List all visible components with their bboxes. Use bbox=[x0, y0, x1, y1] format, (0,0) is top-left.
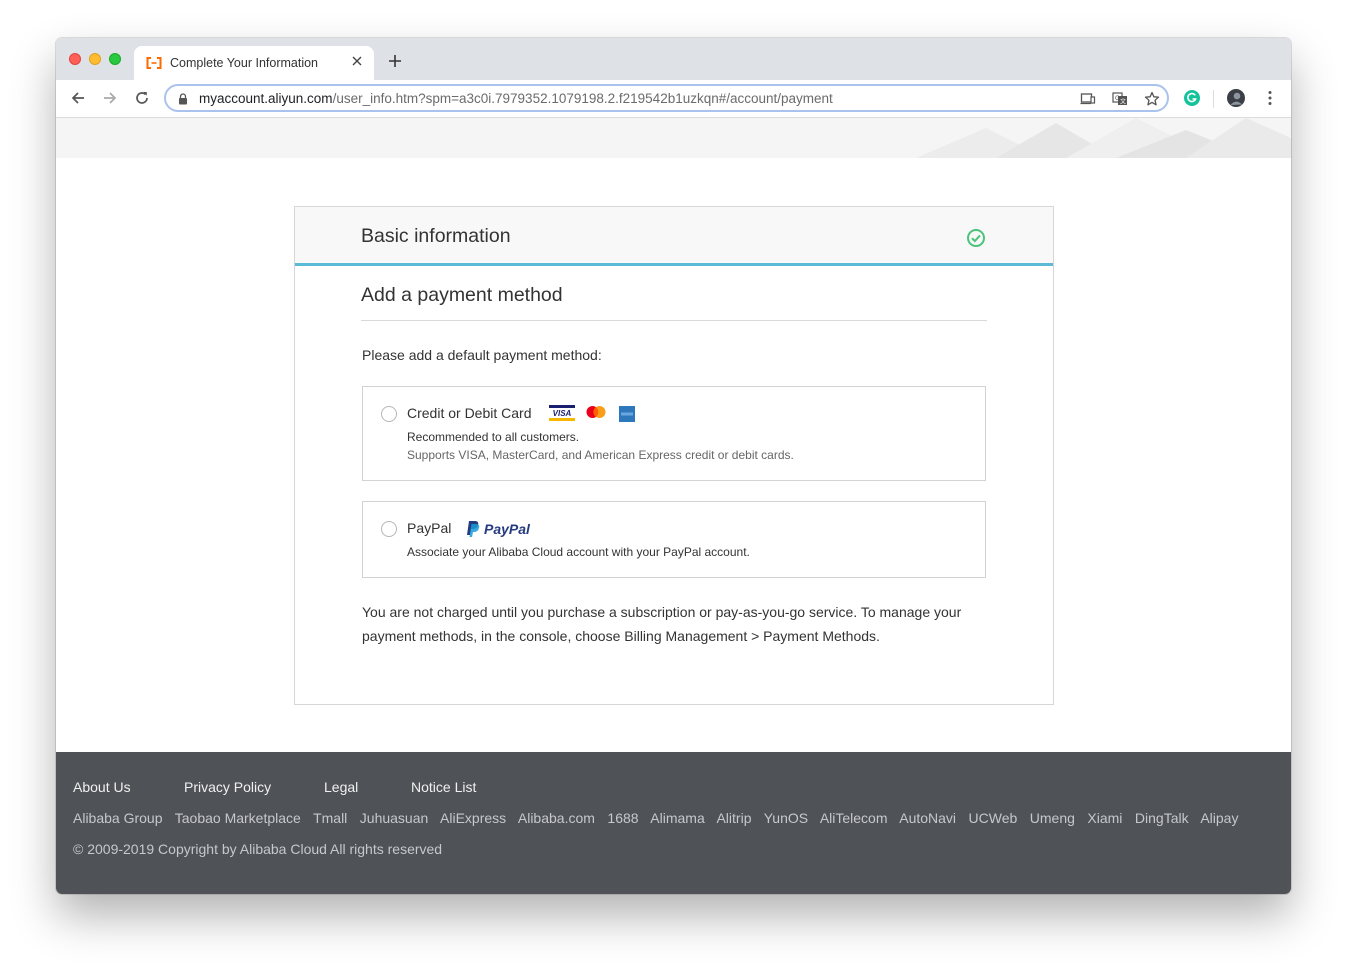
alibaba-cloud-favicon-icon bbox=[146, 57, 162, 69]
card-title: Basic information bbox=[361, 225, 511, 247]
footer-group-link[interactable]: 1688 bbox=[607, 810, 638, 826]
footer-group-link[interactable]: Umeng bbox=[1030, 810, 1075, 826]
footer-group-link[interactable]: AliExpress bbox=[440, 810, 506, 826]
footer-group-link[interactable]: AliTelecom bbox=[820, 810, 888, 826]
grammarly-extension-icon[interactable] bbox=[1183, 89, 1201, 107]
reload-icon[interactable] bbox=[134, 90, 150, 106]
close-window-button[interactable] bbox=[69, 53, 81, 65]
header-banner bbox=[56, 118, 1291, 158]
footer-group-link[interactable]: Xiami bbox=[1087, 810, 1122, 826]
paypal-radio[interactable] bbox=[381, 521, 397, 537]
browser-tab[interactable]: Complete Your Information bbox=[134, 46, 374, 80]
footer-group-link[interactable]: UCWeb bbox=[969, 810, 1018, 826]
footer-group-link[interactable]: DingTalk bbox=[1135, 810, 1189, 826]
section-divider bbox=[361, 320, 987, 321]
footer-group-link[interactable]: Alibaba Group bbox=[73, 810, 163, 826]
lock-icon[interactable] bbox=[178, 93, 188, 105]
section-title: Add a payment method bbox=[361, 284, 563, 306]
amex-logo-icon bbox=[619, 406, 635, 422]
footer-copyright: © 2009-2019 Copyright by Alibaba Cloud A… bbox=[73, 841, 443, 857]
svg-text:文: 文 bbox=[1120, 98, 1126, 106]
back-icon[interactable] bbox=[70, 90, 86, 106]
close-tab-icon[interactable] bbox=[350, 54, 364, 68]
footer-group-link[interactable]: Taobao Marketplace bbox=[175, 810, 301, 826]
banner-decoration bbox=[916, 118, 1291, 158]
address-bar[interactable]: myaccount.aliyun.com/user_info.htm?spm=a… bbox=[164, 84, 1169, 112]
tab-strip: Complete Your Information bbox=[56, 38, 1291, 80]
mastercard-logo-icon bbox=[586, 406, 606, 418]
footer-link-notice-list[interactable]: Notice List bbox=[411, 779, 476, 795]
minimize-window-button[interactable] bbox=[89, 53, 101, 65]
visa-logo-icon: VISA bbox=[549, 405, 575, 421]
tab-title: Complete Your Information bbox=[170, 56, 319, 70]
url-text[interactable]: myaccount.aliyun.com/user_info.htm?spm=a… bbox=[199, 91, 833, 106]
card-option-recommendation: Recommended to all customers. bbox=[407, 430, 580, 444]
maximize-window-button[interactable] bbox=[109, 53, 121, 65]
profile-avatar-icon[interactable] bbox=[1227, 89, 1245, 107]
footer-group-link[interactable]: Alibaba.com bbox=[518, 810, 595, 826]
payment-option-paypal[interactable]: PayPal PayPal Associate your Alibaba Clo… bbox=[362, 501, 986, 578]
payment-option-card[interactable]: Credit or Debit Card VISA Recommended to bbox=[362, 386, 986, 481]
translate-icon[interactable]: G 文 bbox=[1112, 91, 1128, 107]
card-header: Basic information bbox=[295, 207, 1053, 266]
footer-link-legal[interactable]: Legal bbox=[324, 779, 358, 795]
footer-group-link[interactable]: Alipay bbox=[1200, 810, 1238, 826]
toolbar-separator bbox=[1213, 90, 1214, 108]
card-option-title: Credit or Debit Card bbox=[407, 405, 532, 421]
paypal-option-title: PayPal bbox=[407, 520, 452, 536]
card-radio[interactable] bbox=[381, 406, 397, 422]
browser-window: Complete Your Information myaccount.aliy… bbox=[56, 38, 1291, 894]
footer-group-link[interactable]: Juhuasuan bbox=[360, 810, 429, 826]
cast-device-icon[interactable] bbox=[1080, 91, 1096, 107]
paypal-wordmark: PayPal bbox=[484, 521, 530, 537]
footer-link-privacy-policy[interactable]: Privacy Policy bbox=[184, 779, 271, 795]
paypal-option-description: Associate your Alibaba Cloud account wit… bbox=[407, 545, 750, 559]
payment-prompt: Please add a default payment method: bbox=[362, 347, 602, 363]
footer: About Us Privacy Policy Legal Notice Lis… bbox=[56, 752, 1291, 894]
browser-toolbar: myaccount.aliyun.com/user_info.htm?spm=a… bbox=[56, 80, 1291, 118]
browser-menu-icon[interactable] bbox=[1261, 89, 1279, 107]
footer-group-link[interactable]: Alitrip bbox=[716, 810, 751, 826]
bookmark-star-icon[interactable] bbox=[1144, 91, 1160, 107]
page-content: Basic information Add a payment method P… bbox=[56, 118, 1291, 894]
footer-group-link[interactable]: YunOS bbox=[764, 810, 808, 826]
new-tab-icon[interactable] bbox=[388, 54, 402, 68]
svg-text:VISA: VISA bbox=[553, 409, 572, 418]
footer-group-links: Alibaba Group Taobao Marketplace Tmall J… bbox=[73, 810, 1247, 826]
footer-group-link[interactable]: Tmall bbox=[313, 810, 347, 826]
card-option-support: Supports VISA, MasterCard, and American … bbox=[407, 448, 794, 462]
billing-note: You are not charged until you purchase a… bbox=[362, 604, 962, 644]
info-card: Basic information Add a payment method P… bbox=[294, 206, 1054, 705]
check-circle-icon bbox=[967, 229, 985, 247]
paypal-logo-icon bbox=[467, 521, 480, 537]
footer-group-link[interactable]: AutoNavi bbox=[899, 810, 956, 826]
footer-group-link[interactable]: Alimama bbox=[650, 810, 704, 826]
forward-icon[interactable] bbox=[102, 90, 118, 106]
footer-link-about-us[interactable]: About Us bbox=[73, 779, 131, 795]
